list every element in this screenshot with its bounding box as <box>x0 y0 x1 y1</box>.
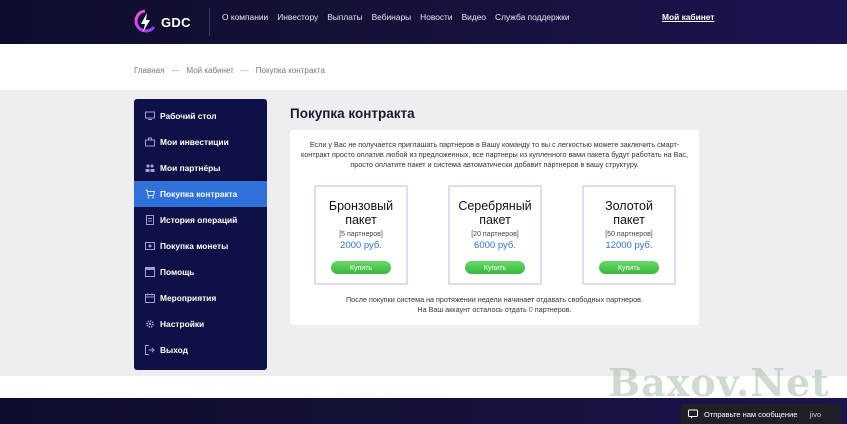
briefcase-icon <box>145 137 155 147</box>
sidebar-item-desktop[interactable]: Рабочий стол <box>134 103 267 129</box>
sidebar-item-events[interactable]: Мероприятия <box>134 285 267 311</box>
sidebar-item-logout[interactable]: Выход <box>134 337 267 363</box>
site-header: GDC О компании Инвестору Выплаты Вебинар… <box>0 0 847 44</box>
sidebar-item-label: Рабочий стол <box>160 111 217 121</box>
package-silver: Серебряный пакет [20 партнеров] 6000 руб… <box>448 185 542 285</box>
logo-text: GDC <box>161 14 191 30</box>
document-icon <box>145 215 155 225</box>
breadcrumb-band: Главная — Мой кабинет — Покупка контракт… <box>0 44 847 90</box>
contract-card: Если у Вас не получается приглашать парт… <box>290 130 699 325</box>
package-name-line: Бронзовый <box>328 199 394 213</box>
package-name: Золотой пакет <box>584 199 674 227</box>
footnote-line: На Ваш аккаунт осталось отдать 0 партнер… <box>298 305 691 315</box>
nav-link-support[interactable]: Служба поддержки <box>495 12 570 22</box>
package-partners: [50 партнеров] <box>605 231 653 238</box>
nav-link-payouts[interactable]: Выплаты <box>327 12 362 22</box>
watermark: Baxov.Net <box>608 360 830 405</box>
package-name: Серебряный пакет <box>450 199 540 227</box>
nav-link-webinars[interactable]: Вебинары <box>372 12 412 22</box>
logo-icon <box>134 9 156 33</box>
sidebar-item-label: Помощь <box>160 267 195 277</box>
package-partners: [20 партнеров] <box>471 231 519 238</box>
sidebar-item-label: Покупка монеты <box>160 241 229 251</box>
sidebar-item-label: Выход <box>160 345 188 355</box>
nav-link-video[interactable]: Видео <box>462 12 486 22</box>
package-price: 2000 руб. <box>340 240 382 251</box>
buy-gold-button[interactable]: Купить <box>599 261 659 274</box>
remaining-partners-count: 0 <box>528 305 533 314</box>
sidebar-item-label: Мои инвестиции <box>160 137 229 147</box>
nav-link-about[interactable]: О компании <box>222 12 268 22</box>
header-divider <box>209 8 210 36</box>
sidebar-item-label: Мероприятия <box>160 293 217 303</box>
monitor-icon <box>145 111 155 121</box>
users-icon <box>145 163 155 173</box>
package-gold: Золотой пакет [50 партнеров] 12000 руб. … <box>582 185 676 285</box>
package-name-line: Золотой <box>605 199 653 213</box>
main-nav: О компании Инвестору Выплаты Вебинары Но… <box>222 12 570 22</box>
breadcrumb-cabinet[interactable]: Мой кабинет <box>186 66 233 75</box>
sidebar-item-label: Покупка контракта <box>160 189 238 199</box>
breadcrumb-current: Покупка контракта <box>255 66 325 75</box>
chat-brand: jivo <box>809 409 821 419</box>
chat-icon <box>688 409 698 419</box>
package-price: 6000 руб. <box>474 240 516 251</box>
package-name: Бронзовый пакет <box>316 199 406 227</box>
gear-icon <box>145 319 155 329</box>
sidebar-item-label: История операций <box>160 215 238 225</box>
sidebar-item-label: Настройки <box>160 319 205 329</box>
sidebar-item-label: Мои партнёры <box>160 163 221 173</box>
package-partners: [5 партнеров] <box>339 231 383 238</box>
sidebar-item-help[interactable]: Помощь <box>134 259 267 285</box>
buy-silver-button[interactable]: Купить <box>465 261 525 274</box>
help-icon <box>145 267 155 277</box>
package-bronze: Бронзовый пакет [5 партнеров] 2000 руб. … <box>314 185 408 285</box>
intro-text: Если у Вас не получается приглашать парт… <box>301 140 688 169</box>
breadcrumb-home[interactable]: Главная <box>134 66 164 75</box>
chat-widget[interactable]: Отправьте нам сообщение jivo <box>681 404 841 424</box>
package-name-line: пакет <box>613 213 645 227</box>
purchase-footnote: После покупки система на протяжении неде… <box>298 295 691 315</box>
footnote-post: партнеров. <box>534 305 572 314</box>
calendar-icon <box>145 293 155 303</box>
account-sidebar: Рабочий стол Мои инвестиции Мои партнёры… <box>134 99 267 370</box>
nav-link-investor[interactable]: Инвестору <box>277 12 318 22</box>
package-name-line: пакет <box>479 213 511 227</box>
sidebar-item-buy-contract[interactable]: Покупка контракта <box>134 181 267 207</box>
package-name-line: пакет <box>345 213 377 227</box>
breadcrumb-separator: — <box>240 66 249 75</box>
package-name-line: Серебряный <box>458 199 532 213</box>
buy-bronze-button[interactable]: Купить <box>331 261 391 274</box>
breadcrumb: Главная — Мой кабинет — Покупка контракт… <box>134 66 325 75</box>
sidebar-item-history[interactable]: История операций <box>134 207 267 233</box>
package-price: 12000 руб. <box>605 240 653 251</box>
breadcrumb-separator: — <box>171 66 180 75</box>
footnote-line: После покупки система на протяжении неде… <box>346 295 643 304</box>
my-cabinet-link[interactable]: Мой кабинет <box>662 12 714 22</box>
footnote-pre: На Ваш аккаунт осталось отдать <box>417 305 527 314</box>
logout-icon <box>145 345 155 355</box>
sidebar-item-investments[interactable]: Мои инвестиции <box>134 129 267 155</box>
nav-link-news[interactable]: Новости <box>420 12 452 22</box>
page-title: Покупка контракта <box>290 106 415 121</box>
sidebar-item-partners[interactable]: Мои партнёры <box>134 155 267 181</box>
sidebar-item-settings[interactable]: Настройки <box>134 311 267 337</box>
coin-icon <box>145 241 155 251</box>
logo[interactable]: GDC <box>133 4 191 40</box>
chat-label: Отправьте нам сообщение <box>704 409 798 419</box>
sidebar-item-buy-coin[interactable]: Покупка монеты <box>134 233 267 259</box>
cart-icon <box>145 189 155 199</box>
